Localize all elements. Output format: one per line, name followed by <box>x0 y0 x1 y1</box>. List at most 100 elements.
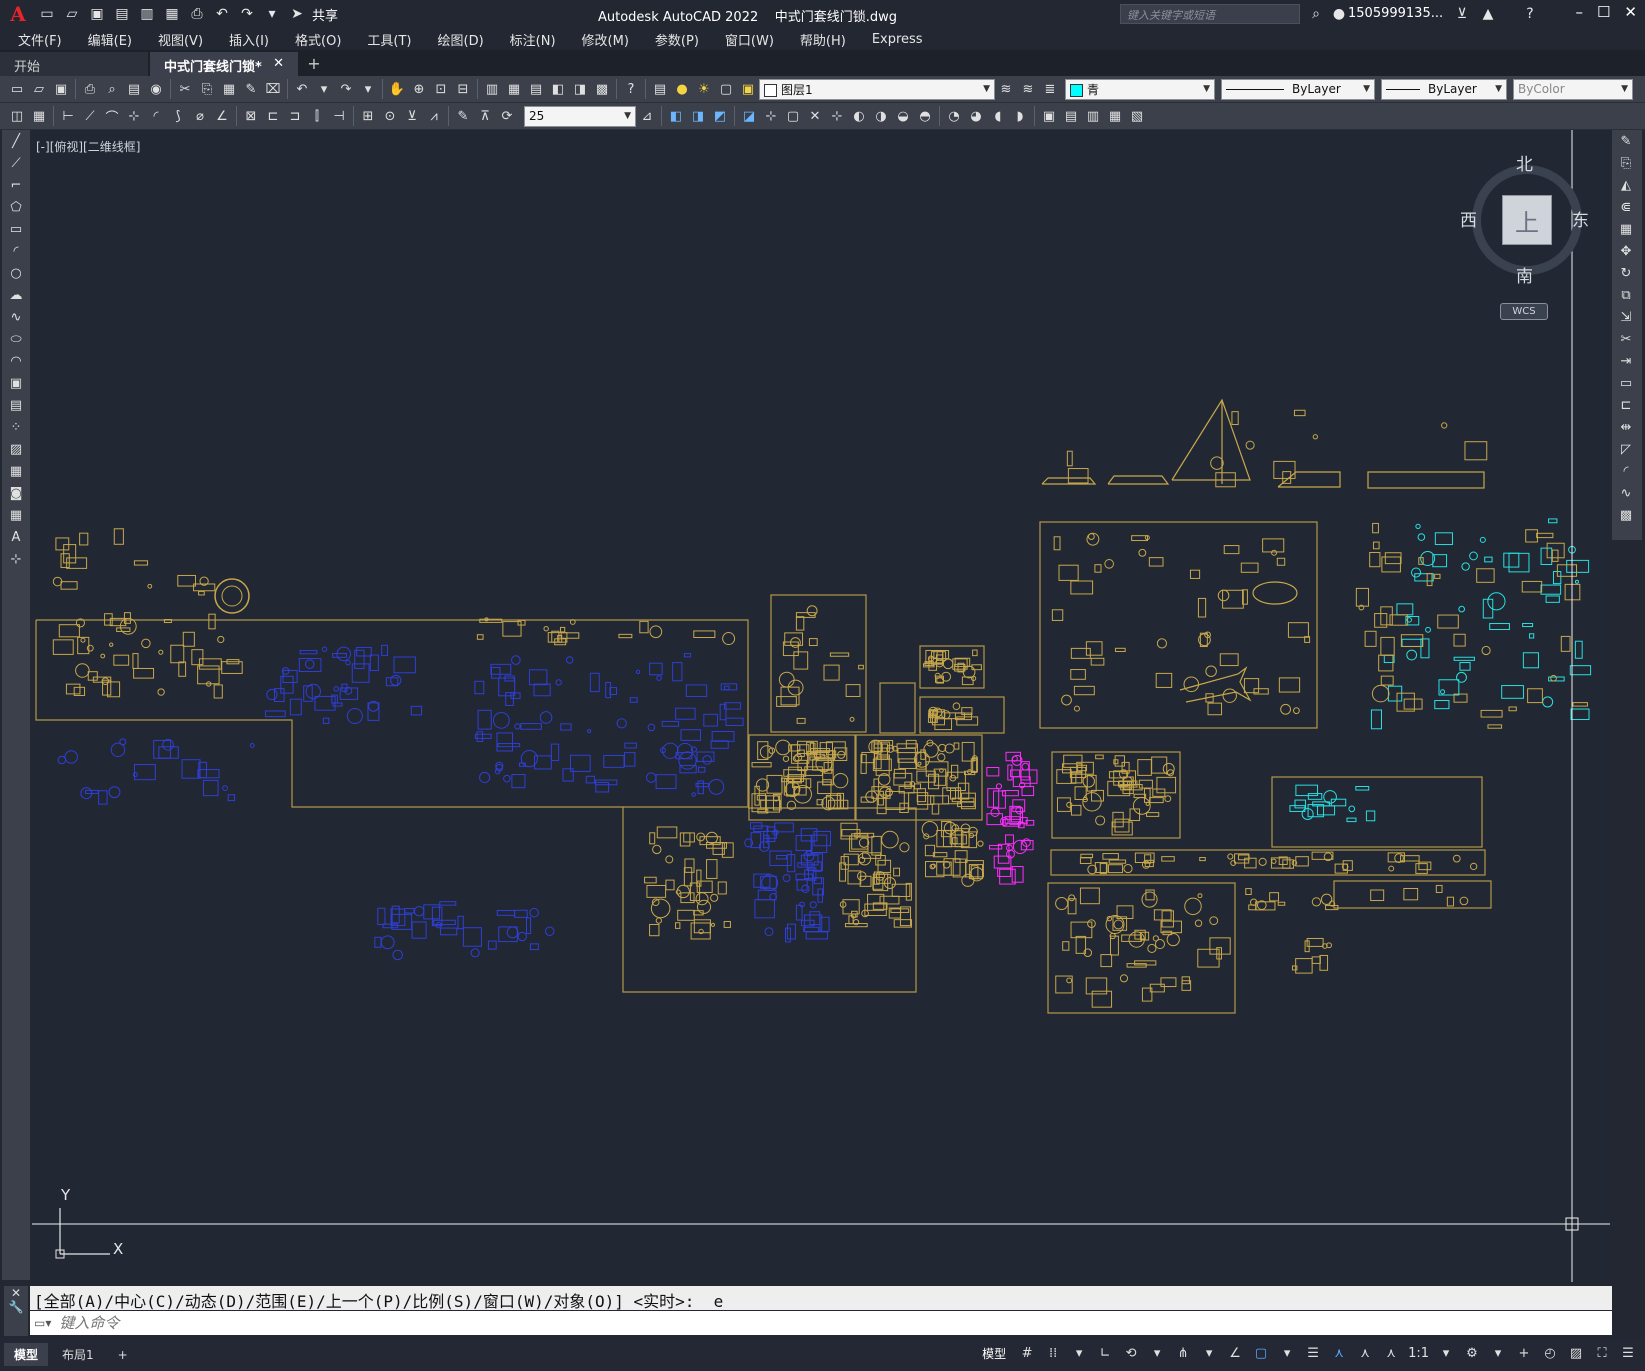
clean-screen-icon[interactable]: ⛶ <box>1591 1341 1613 1365</box>
add-selected-icon[interactable]: ⊹ <box>2 548 30 570</box>
chamfer-icon[interactable]: ◸ <box>1612 438 1640 460</box>
redo-icon[interactable]: ↷ <box>335 78 357 100</box>
inspect-icon[interactable]: ⊻ <box>401 105 423 127</box>
layer-properties-icon[interactable]: ▤ <box>649 78 671 100</box>
break-at-point-icon[interactable]: ▭ <box>1612 372 1640 394</box>
tab-start[interactable]: 开始 <box>0 52 148 76</box>
save-icon[interactable]: ▣ <box>50 78 72 100</box>
ortho-icon[interactable]: ∟ <box>1094 1341 1116 1365</box>
layer-dropdown[interactable]: 图层1 ▼ <box>759 78 995 100</box>
auto-scale-icon[interactable]: ⋏ <box>1354 1341 1376 1365</box>
menu-tools[interactable]: 工具(T) <box>367 30 411 49</box>
help-icon[interactable]: ? <box>620 78 642 100</box>
tab-model[interactable]: 模型 <box>4 1343 49 1366</box>
menu-insert[interactable]: 插入(I) <box>229 30 269 49</box>
block-icon[interactable]: ▦ <box>28 105 50 127</box>
recent-commands-icon[interactable]: ▭▾ <box>34 1316 51 1330</box>
close-icon[interactable]: ✕ <box>1624 3 1637 21</box>
rotate-icon[interactable]: ↻ <box>1612 262 1640 284</box>
baseline-dimension-icon[interactable]: ⊏ <box>262 105 284 127</box>
polyline-icon[interactable]: ⌐ <box>2 174 30 196</box>
hardware-acceleration-icon[interactable]: ▨ <box>1565 1341 1587 1365</box>
region-icon[interactable]: ◙ <box>2 482 30 504</box>
lineweight-dropdown[interactable]: ByLayer ▼ <box>1381 78 1507 100</box>
rotate-faces-icon[interactable]: ◐ <box>848 105 870 127</box>
cut-icon[interactable]: ✂ <box>174 78 196 100</box>
jogged-dimension-icon[interactable]: ⟆ <box>167 105 189 127</box>
layer-viewport-icon[interactable]: ▢ <box>715 78 737 100</box>
autodesk-app-icon[interactable]: ▲ <box>1477 3 1499 25</box>
minimize-icon[interactable]: – <box>1575 3 1583 21</box>
shell-icon[interactable]: ◗ <box>1009 105 1031 127</box>
polar-tracking-icon[interactable]: ⟲ <box>1120 1341 1142 1365</box>
layer-unlock-icon[interactable]: ▣ <box>737 78 759 100</box>
array-icon[interactable]: ▦ <box>1612 218 1640 240</box>
drawing-canvas[interactable]: Y X <box>32 130 1610 1282</box>
add-layout-plus-icon[interactable]: + <box>108 1345 138 1365</box>
publish-icon[interactable]: ▤ <box>123 78 145 100</box>
menu-edit[interactable]: 编辑(E) <box>88 30 132 49</box>
plus-icon[interactable]: + <box>1513 1341 1535 1365</box>
customize-qat-icon[interactable]: ▾ <box>261 3 283 25</box>
trim-icon[interactable]: ✂ <box>1612 328 1640 350</box>
tab-layout1[interactable]: 布局1 <box>52 1343 104 1366</box>
object-snap-icon[interactable]: ▢ <box>1250 1341 1272 1365</box>
dimension-style-icon[interactable]: ⊿ <box>636 105 658 127</box>
quick-dimension-icon[interactable]: ⊠ <box>240 105 262 127</box>
move-icon[interactable]: ✥ <box>1612 240 1640 262</box>
revision-cloud-icon[interactable]: ☁ <box>2 284 30 306</box>
move-faces-icon[interactable]: ▢ <box>782 105 804 127</box>
layer-on-bulb-icon[interactable]: ● <box>671 78 693 100</box>
pan-icon[interactable]: ✋ <box>386 78 408 100</box>
continue-dimension-icon[interactable]: ⊐ <box>284 105 306 127</box>
save-icon[interactable]: ▣ <box>86 3 108 25</box>
undo-dropdown-icon[interactable]: ▾ <box>313 78 335 100</box>
layer-freeze-sun-icon[interactable]: ☀ <box>693 78 715 100</box>
maximize-icon[interactable]: ☐ <box>1597 3 1610 21</box>
blend-curves-icon[interactable]: ∿ <box>1612 482 1640 504</box>
join-icon[interactable]: ⇹ <box>1612 416 1640 438</box>
copy-faces-icon[interactable]: ◒ <box>892 105 914 127</box>
arc-icon[interactable]: ◜ <box>2 240 30 262</box>
compass-west[interactable]: 西 <box>1460 206 1477 231</box>
extrude-faces-icon[interactable]: ⊹ <box>760 105 782 127</box>
menu-draw[interactable]: 绘图(D) <box>438 30 484 49</box>
viewport-controls-label[interactable]: [-][俯视][二维线框] <box>36 138 140 155</box>
wcs-menu-button[interactable]: WCS <box>1500 303 1548 320</box>
web-mobile-open-icon[interactable]: ▥ <box>136 3 158 25</box>
circle-icon[interactable]: ○ <box>2 262 30 284</box>
user-account-name[interactable]: 1505999135... <box>1348 6 1443 21</box>
insert-block-icon[interactable]: ▣ <box>2 372 30 394</box>
markup-icon[interactable]: ◨ <box>569 78 591 100</box>
quickcalc-icon[interactable]: ▩ <box>591 78 613 100</box>
compass-east[interactable]: 东 <box>1572 206 1589 231</box>
erase-icon[interactable]: ✎ <box>1612 130 1640 152</box>
cart-icon[interactable]: ⊻ <box>1451 3 1473 25</box>
diameter-dimension-icon[interactable]: ⌀ <box>189 105 211 127</box>
aligned-dimension-icon[interactable]: ⟋ <box>79 105 101 127</box>
snap-dropdown-icon[interactable]: ▾ <box>1068 1341 1090 1365</box>
redo-icon[interactable]: ↷ <box>236 3 258 25</box>
open-file-icon[interactable]: ▱ <box>61 3 83 25</box>
user-icon[interactable]: ● <box>1328 3 1350 25</box>
line-icon[interactable]: ╱ <box>2 130 30 152</box>
revolve-icon[interactable]: ▧ <box>1126 105 1148 127</box>
offset-icon[interactable]: ⋐ <box>1612 196 1640 218</box>
search-input[interactable]: 键入关键字或短语 <box>1120 4 1300 24</box>
command-input[interactable] <box>59 1314 1510 1332</box>
object-snap-dropdown-icon[interactable]: ▾ <box>1276 1341 1298 1365</box>
extend-icon[interactable]: ⇥ <box>1612 350 1640 372</box>
new-icon[interactable]: ▭ <box>6 78 28 100</box>
spline-icon[interactable]: ∿ <box>2 306 30 328</box>
plot-icon[interactable]: ⎙ <box>186 3 208 25</box>
taper-faces-icon[interactable]: ◑ <box>870 105 892 127</box>
annotation-scale-icon[interactable]: ⋏ <box>1380 1341 1402 1365</box>
plotstyle-dropdown[interactable]: ByColor ▼ <box>1513 78 1633 100</box>
layer-previous-icon[interactable]: ≋ <box>1017 78 1039 100</box>
tab-active-drawing[interactable]: 中式门套线门锁* ✕ <box>150 52 298 76</box>
search-icon[interactable]: ⌕ <box>1305 3 1327 25</box>
rectangle-icon[interactable]: ▭ <box>2 218 30 240</box>
object-snap-tracking-icon[interactable]: ∠ <box>1224 1341 1246 1365</box>
command-customize-icon[interactable]: 🔧 <box>4 1300 28 1314</box>
customization-menu-icon[interactable]: ☰ <box>1617 1341 1639 1365</box>
